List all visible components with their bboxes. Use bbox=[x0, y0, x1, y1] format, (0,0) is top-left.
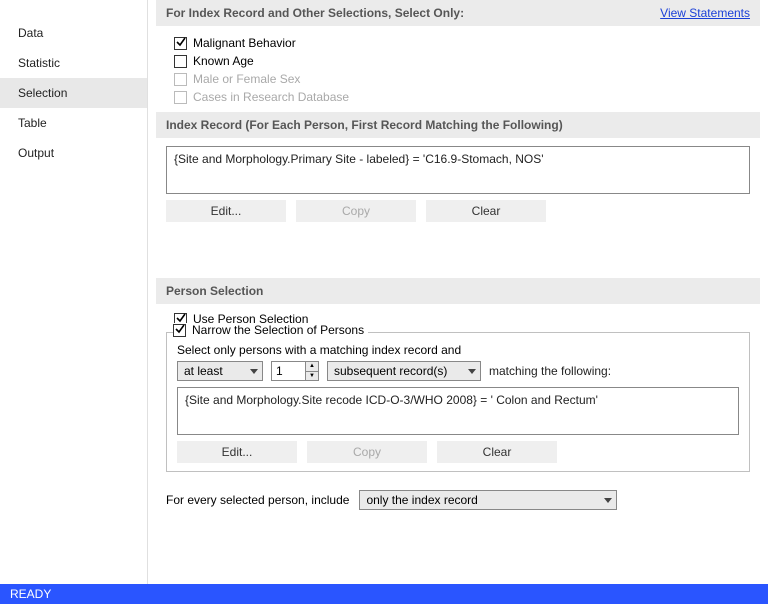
record-select[interactable]: subsequent record(s) bbox=[327, 361, 481, 381]
spinner-down-icon[interactable]: ▼ bbox=[306, 372, 318, 381]
checkbox-label: Narrow the Selection of Persons bbox=[192, 323, 364, 337]
spinner-buttons: ▲ ▼ bbox=[305, 361, 319, 381]
narrow-description: Select only persons with a matching inde… bbox=[177, 343, 739, 357]
chevron-down-icon bbox=[250, 369, 258, 374]
index-expression-text: {Site and Morphology.Primary Site - labe… bbox=[174, 152, 544, 166]
person-copy-button: Copy bbox=[307, 441, 427, 463]
sidebar-item-label: Selection bbox=[18, 86, 67, 100]
sidebar-item-output[interactable]: Output bbox=[0, 138, 147, 168]
person-clear-button[interactable]: Clear bbox=[437, 441, 557, 463]
checkbox-label: Malignant Behavior bbox=[193, 36, 296, 50]
index-edit-button[interactable]: Edit... bbox=[166, 200, 286, 222]
index-check-list: Malignant Behavior Known Age Male or Fem… bbox=[156, 26, 760, 110]
check-known-age[interactable]: Known Age bbox=[174, 52, 760, 70]
checkbox-icon bbox=[174, 73, 187, 86]
checkbox-label: Male or Female Sex bbox=[193, 72, 300, 86]
index-clear-button[interactable]: Clear bbox=[426, 200, 546, 222]
content-panel: For Index Record and Other Selections, S… bbox=[148, 0, 768, 584]
index-select-header: For Index Record and Other Selections, S… bbox=[156, 0, 760, 26]
sidebar-item-label: Statistic bbox=[18, 56, 60, 70]
view-statements-link[interactable]: View Statements bbox=[660, 6, 750, 20]
select-value: subsequent record(s) bbox=[334, 364, 447, 378]
checkbox-icon[interactable] bbox=[174, 37, 187, 50]
index-buttons: Edit... Copy Clear bbox=[166, 200, 750, 222]
matching-label: matching the following: bbox=[489, 364, 611, 378]
select-value: at least bbox=[184, 364, 223, 378]
count-input[interactable] bbox=[271, 361, 305, 381]
index-select-title: For Index Record and Other Selections, S… bbox=[166, 6, 464, 20]
sidebar-item-label: Data bbox=[18, 26, 43, 40]
include-row: For every selected person, include only … bbox=[156, 478, 760, 510]
check-malignant-behavior[interactable]: Malignant Behavior bbox=[174, 34, 760, 52]
sidebar-item-statistic[interactable]: Statistic bbox=[0, 48, 147, 78]
check-male-female-sex: Male or Female Sex bbox=[174, 70, 760, 88]
person-expression-text: {Site and Morphology.Site recode ICD-O-3… bbox=[185, 393, 598, 407]
checkbox-icon bbox=[174, 91, 187, 104]
check-narrow-selection[interactable]: Narrow the Selection of Persons bbox=[173, 323, 368, 337]
count-spinner[interactable]: ▲ ▼ bbox=[271, 361, 319, 381]
sidebar-item-label: Output bbox=[18, 146, 54, 160]
person-buttons: Edit... Copy Clear bbox=[177, 441, 739, 463]
sidebar-item-selection[interactable]: Selection bbox=[0, 78, 147, 108]
index-expression-box[interactable]: {Site and Morphology.Primary Site - labe… bbox=[166, 146, 750, 194]
check-cases-research-db: Cases in Research Database bbox=[174, 88, 760, 106]
quantifier-select[interactable]: at least bbox=[177, 361, 263, 381]
include-label: For every selected person, include bbox=[166, 493, 349, 507]
person-edit-button[interactable]: Edit... bbox=[177, 441, 297, 463]
checkbox-icon[interactable] bbox=[174, 55, 187, 68]
sidebar-item-data[interactable]: Data bbox=[0, 18, 147, 48]
sidebar: Data Statistic Selection Table Output bbox=[0, 0, 148, 584]
status-bar: READY bbox=[0, 584, 768, 604]
spinner-up-icon[interactable]: ▲ bbox=[306, 362, 318, 372]
narrow-fieldset: Narrow the Selection of Persons Select o… bbox=[166, 332, 750, 472]
person-selection-header: Person Selection bbox=[156, 278, 760, 304]
chevron-down-icon bbox=[468, 369, 476, 374]
checkbox-label: Cases in Research Database bbox=[193, 90, 349, 104]
sidebar-item-label: Table bbox=[18, 116, 47, 130]
select-value: only the index record bbox=[366, 493, 477, 507]
checkbox-icon[interactable] bbox=[173, 324, 186, 337]
status-text: READY bbox=[10, 587, 51, 601]
checkbox-label: Known Age bbox=[193, 54, 254, 68]
criteria-row: at least ▲ ▼ subsequ bbox=[177, 361, 739, 381]
index-record-header: Index Record (For Each Person, First Rec… bbox=[156, 112, 760, 138]
include-select[interactable]: only the index record bbox=[359, 490, 617, 510]
sidebar-item-table[interactable]: Table bbox=[0, 108, 147, 138]
person-expression-box[interactable]: {Site and Morphology.Site recode ICD-O-3… bbox=[177, 387, 739, 435]
index-copy-button: Copy bbox=[296, 200, 416, 222]
chevron-down-icon bbox=[604, 498, 612, 503]
